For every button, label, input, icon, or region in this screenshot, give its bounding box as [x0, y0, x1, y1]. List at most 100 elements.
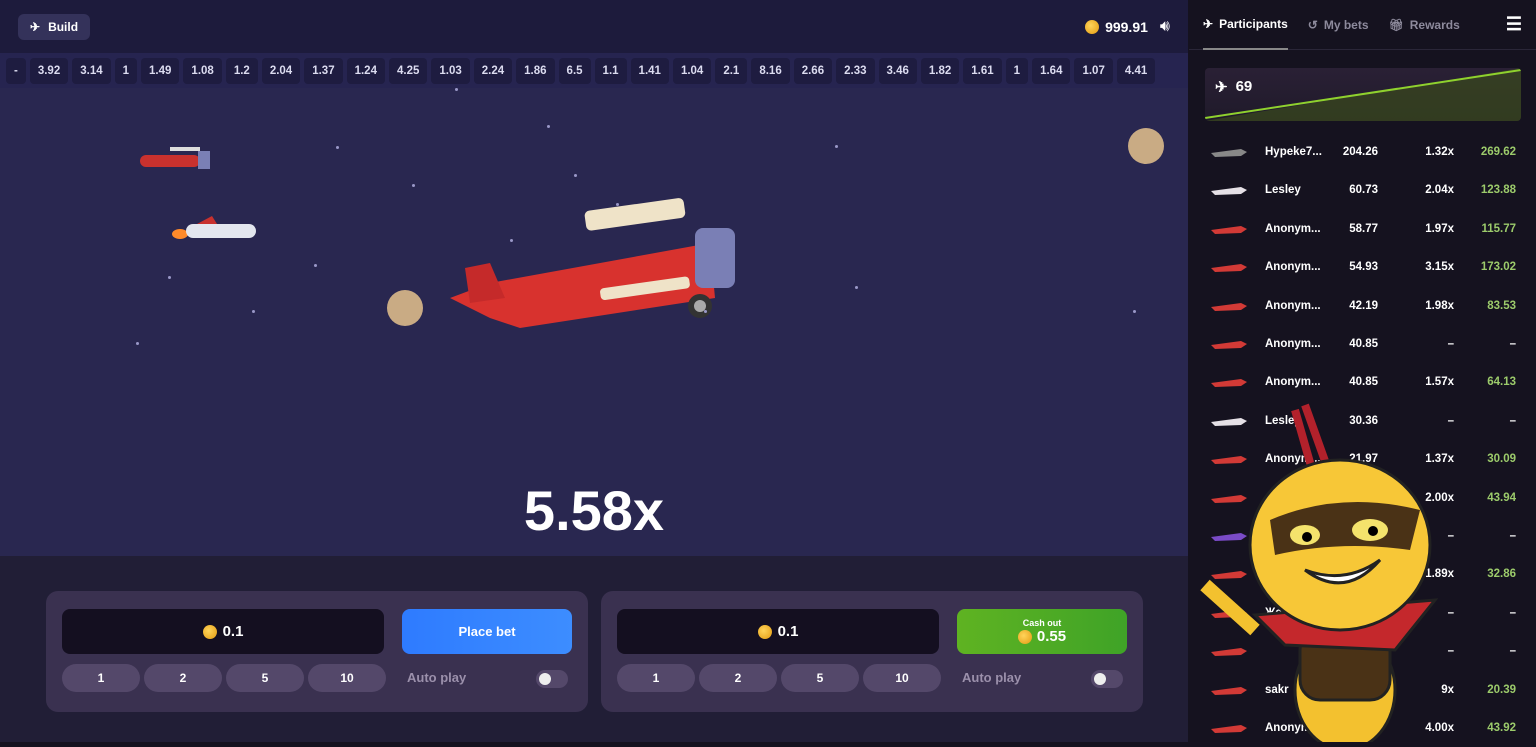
- history-multiplier: 3.46: [878, 58, 917, 84]
- participant-win: –: [1509, 338, 1516, 350]
- cash-out-value: 0.55: [1036, 628, 1067, 645]
- menu-icon[interactable]: ☰: [1506, 14, 1522, 35]
- history-multiplier: 2.1: [715, 58, 748, 84]
- participant-bet: 58.77: [1349, 222, 1378, 235]
- participant-win: 32.86: [1487, 568, 1516, 581]
- coin-icon: [1017, 629, 1032, 644]
- participant-multiplier: 3.15x: [1425, 261, 1454, 274]
- history-multiplier: 1.08: [183, 58, 222, 84]
- multiplier-history: -3.92 3.14 1 1.49 1.08 1.2 2.04 1.37 1.24 4.25 1.0…: [6, 58, 1184, 86]
- star: [455, 88, 458, 91]
- participant-win: –: [1509, 414, 1516, 427]
- bet-panel-1: 0.1 1 2 5 10 Place bet Auto play: [46, 591, 588, 712]
- participant-name: Anonym...: [1265, 261, 1321, 274]
- plane-avatar-icon: [1211, 341, 1247, 349]
- history-multiplier: 1.04: [672, 58, 712, 84]
- small-biplane-icon: [140, 147, 210, 169]
- place-bet-button[interactable]: Place bet: [402, 609, 572, 654]
- history-multiplier: 1: [1005, 58, 1029, 84]
- tab-rewards[interactable]: 🎁︎ Rewards: [1389, 0, 1460, 50]
- history-multiplier: 1.49: [141, 58, 180, 84]
- coin-icon: [757, 624, 772, 639]
- chip-button[interactable]: 2: [699, 664, 777, 692]
- history-multiplier: 1.82: [920, 58, 960, 84]
- participant-name: Hypeke7...: [1265, 146, 1322, 158]
- cash-out-button[interactable]: Cash out 0.55: [957, 609, 1127, 654]
- participant-win: 269.62: [1480, 146, 1516, 158]
- bet-amount-input[interactable]: 0.1: [62, 609, 384, 654]
- chip-button[interactable]: 10: [308, 664, 386, 692]
- star: [168, 276, 171, 279]
- history-multiplier: 1.03: [431, 58, 470, 84]
- chip-button[interactable]: 1: [617, 664, 695, 692]
- game-area: ✈ Build 999.91 🔊︎ -3.92 3.14 1 1.49 1.08 1.2 2.…: [0, 0, 1188, 742]
- chip-button[interactable]: 5: [781, 664, 859, 692]
- participant-multiplier: 1.98x: [1425, 299, 1454, 312]
- participant-multiplier: 1.32x: [1425, 146, 1454, 158]
- tab-label: Participants: [1219, 16, 1288, 31]
- plane-avatar-icon: [1211, 187, 1247, 196]
- tab-label: Rewards: [1409, 17, 1460, 32]
- gift-icon: 🎁︎: [1388, 17, 1404, 32]
- bet-panel-2: 0.1 1 2 5 10 Cash out 0.55 Auto play: [601, 591, 1143, 712]
- history-multiplier: 3.14: [72, 58, 111, 84]
- participant-win: 115.77: [1481, 222, 1516, 235]
- plane-takeoff-icon: ✈: [1215, 79, 1228, 96]
- history-multiplier: 8.16: [751, 58, 790, 84]
- participant-win: 30.09: [1487, 453, 1516, 466]
- speaker-icon[interactable]: 🔊︎: [1160, 18, 1170, 36]
- chip-button[interactable]: 10: [863, 664, 941, 692]
- history-multiplier: 4.25: [388, 58, 428, 84]
- star: [574, 174, 577, 177]
- participant-name: Anonym...: [1265, 338, 1321, 350]
- quick-amounts: 1 2 5 10: [617, 664, 941, 692]
- auto-play-toggle[interactable]: [536, 670, 568, 688]
- history-icon: ↺: [1307, 17, 1318, 32]
- balance-value: 999.91: [1105, 18, 1148, 35]
- auto-play-toggle[interactable]: [1091, 670, 1123, 688]
- bet-amount-input[interactable]: 0.1: [617, 609, 939, 654]
- participant-multiplier: 1.97x: [1425, 222, 1454, 235]
- participants-count: ✈ 69: [1215, 78, 1252, 96]
- chip-button[interactable]: 2: [144, 664, 222, 692]
- history-multiplier: 1.37: [304, 58, 343, 84]
- history-multiplier: 2.33: [836, 58, 875, 84]
- participant-row: Anonym... 54.93 3.15x 173.02: [1189, 248, 1536, 286]
- chip-button[interactable]: 5: [226, 664, 304, 692]
- quick-amounts: 1 2 5 10: [62, 664, 386, 692]
- plane-takeoff-icon: ✈: [1203, 16, 1214, 31]
- history-multiplier: 1.86: [516, 58, 555, 84]
- history-multiplier: -: [6, 58, 26, 84]
- history-multiplier: 1.61: [963, 58, 1002, 84]
- participant-bet: 204.26: [1342, 146, 1378, 158]
- history-multiplier: 2.66: [793, 58, 833, 84]
- cash-out-label: Cash out: [1022, 618, 1062, 628]
- count-value: 69: [1235, 78, 1253, 95]
- participant-win: –: [1509, 645, 1516, 658]
- bet-controls: 0.1 1 2 5 10 Place bet Auto play 0.1 1 2…: [0, 556, 1188, 742]
- top-bar: ✈ Build 999.91 🔊︎: [0, 0, 1188, 53]
- star: [616, 203, 619, 206]
- rocket-plane-icon: [172, 216, 256, 239]
- participant-multiplier: 1.57x: [1425, 376, 1454, 389]
- tab-participants[interactable]: ✈ Participants: [1203, 0, 1288, 50]
- auto-play-label: Auto play: [962, 670, 1022, 685]
- participant-row: Anonym... 40.85 1.57x 64.13: [1189, 363, 1536, 401]
- star: [547, 125, 550, 128]
- bee-mascot-image: [1200, 403, 1439, 742]
- sidebar-tabs: ✈ Participants ↺ My bets 🎁︎ Rewards ☰: [1189, 0, 1536, 50]
- history-multiplier: 2.04: [261, 58, 301, 84]
- participant-name: Lesley: [1265, 184, 1301, 197]
- tab-my-bets[interactable]: ↺ My bets: [1308, 0, 1369, 50]
- plane-avatar-icon: [1211, 225, 1247, 234]
- history-multiplier: 1.24: [346, 58, 385, 84]
- participant-win: 20.39: [1487, 683, 1516, 696]
- chip-button[interactable]: 1: [62, 664, 140, 692]
- history-multiplier: 6.5: [558, 58, 591, 84]
- auto-play-label: Auto play: [407, 670, 467, 685]
- build-button[interactable]: ✈ Build: [18, 13, 91, 40]
- participant-bet: 54.93: [1349, 261, 1378, 274]
- plane-avatar-icon: [1211, 264, 1247, 273]
- participant-row: Hypeke7... 204.26 1.32x 269.62: [1189, 133, 1536, 171]
- balance: 999.91: [1085, 19, 1148, 35]
